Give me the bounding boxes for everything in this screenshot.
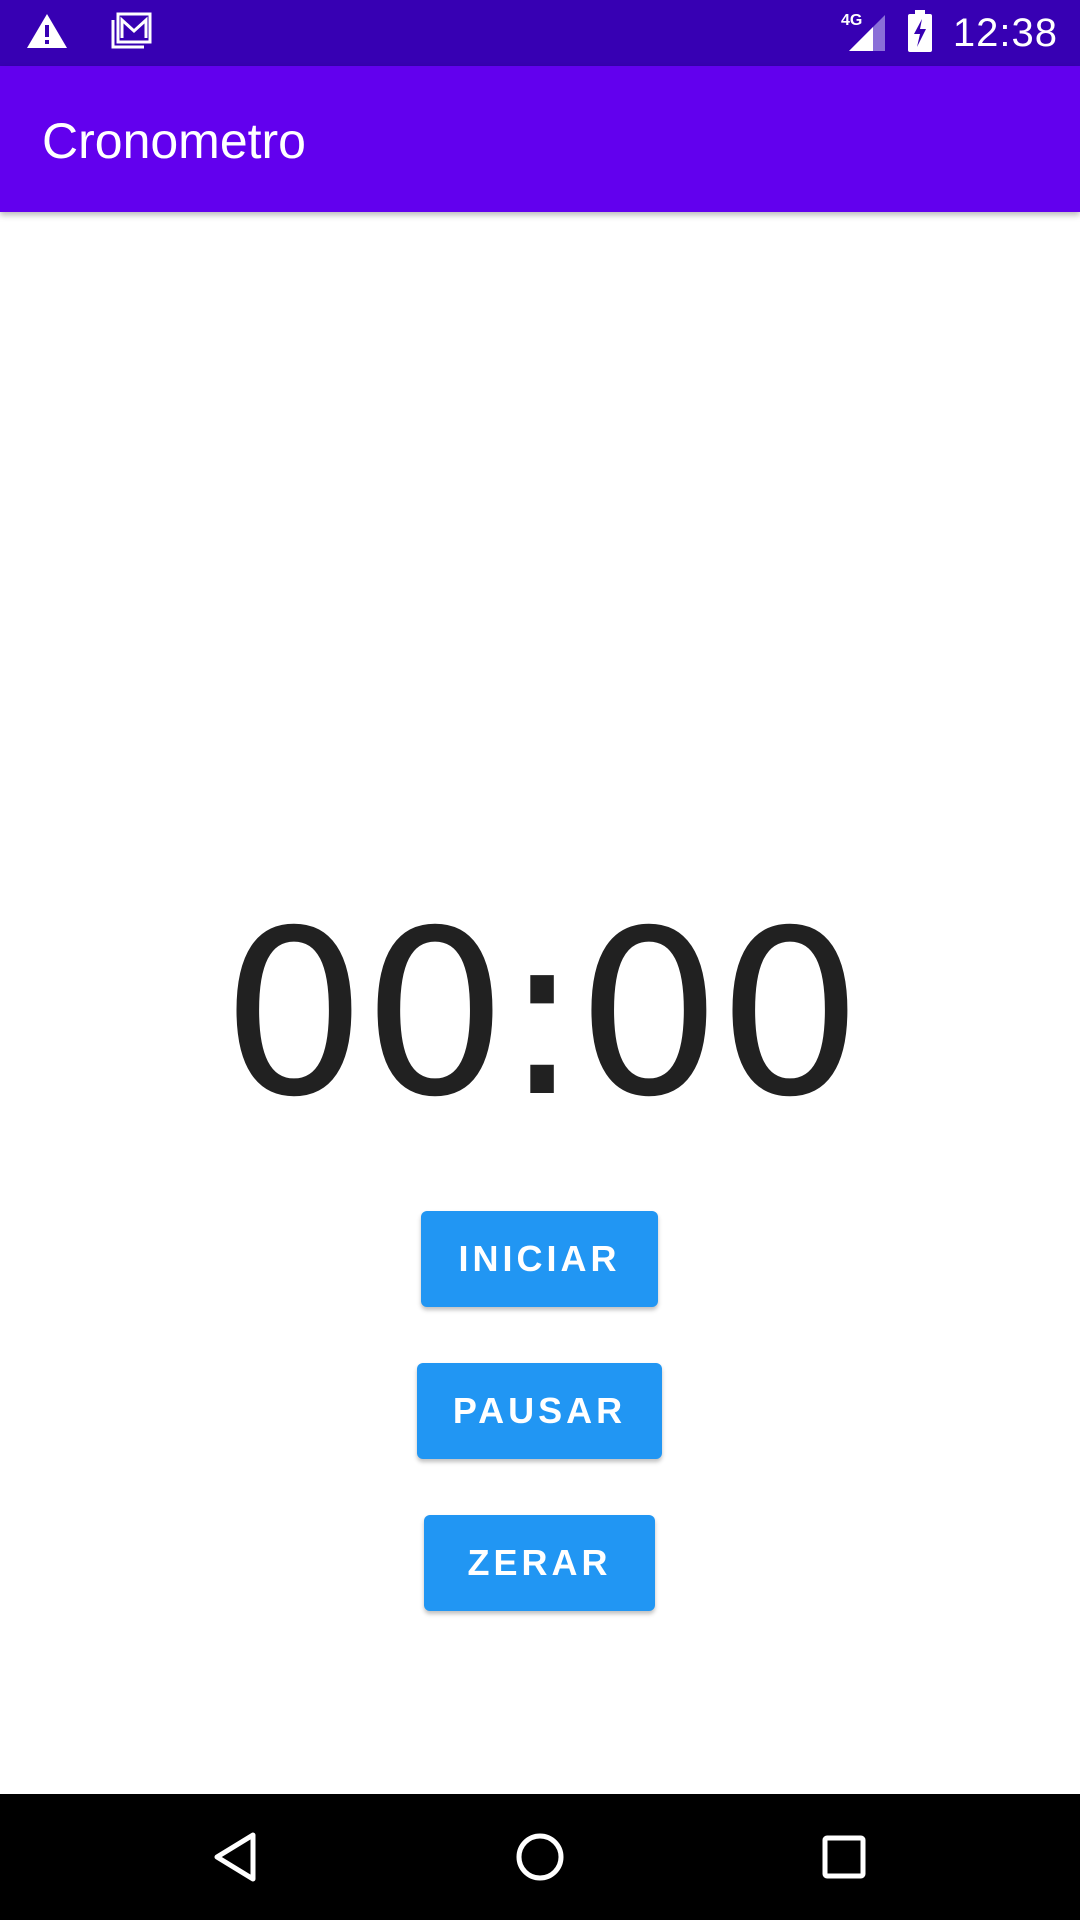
home-icon[interactable] <box>505 1822 575 1892</box>
status-bar: 4G 12:38 <box>0 0 1080 66</box>
navigation-bar <box>0 1794 1080 1920</box>
back-icon[interactable] <box>200 1822 270 1892</box>
status-time: 12:38 <box>952 10 1058 55</box>
battery-charging-icon <box>907 9 933 57</box>
chronometer-display: 00:00 <box>221 881 862 1147</box>
start-button[interactable]: INICIAR <box>421 1211 658 1307</box>
recents-icon[interactable] <box>809 1822 879 1892</box>
status-notifications <box>26 12 152 54</box>
svg-text:4G: 4G <box>841 12 862 29</box>
signal-icon: 4G <box>839 9 887 58</box>
gallery-icon <box>110 12 152 55</box>
status-system: 4G 12:38 <box>839 6 1058 60</box>
reset-button[interactable]: ZERAR <box>424 1515 655 1611</box>
app-bar: Cronometro <box>0 66 1080 212</box>
warning-icon <box>26 12 68 55</box>
app-title: Cronometro <box>42 113 306 169</box>
pause-button[interactable]: PAUSAR <box>417 1363 662 1459</box>
screen: 4G 12:38 Cronometro 00:00 INICIAR PAUSAR… <box>0 0 1080 1920</box>
